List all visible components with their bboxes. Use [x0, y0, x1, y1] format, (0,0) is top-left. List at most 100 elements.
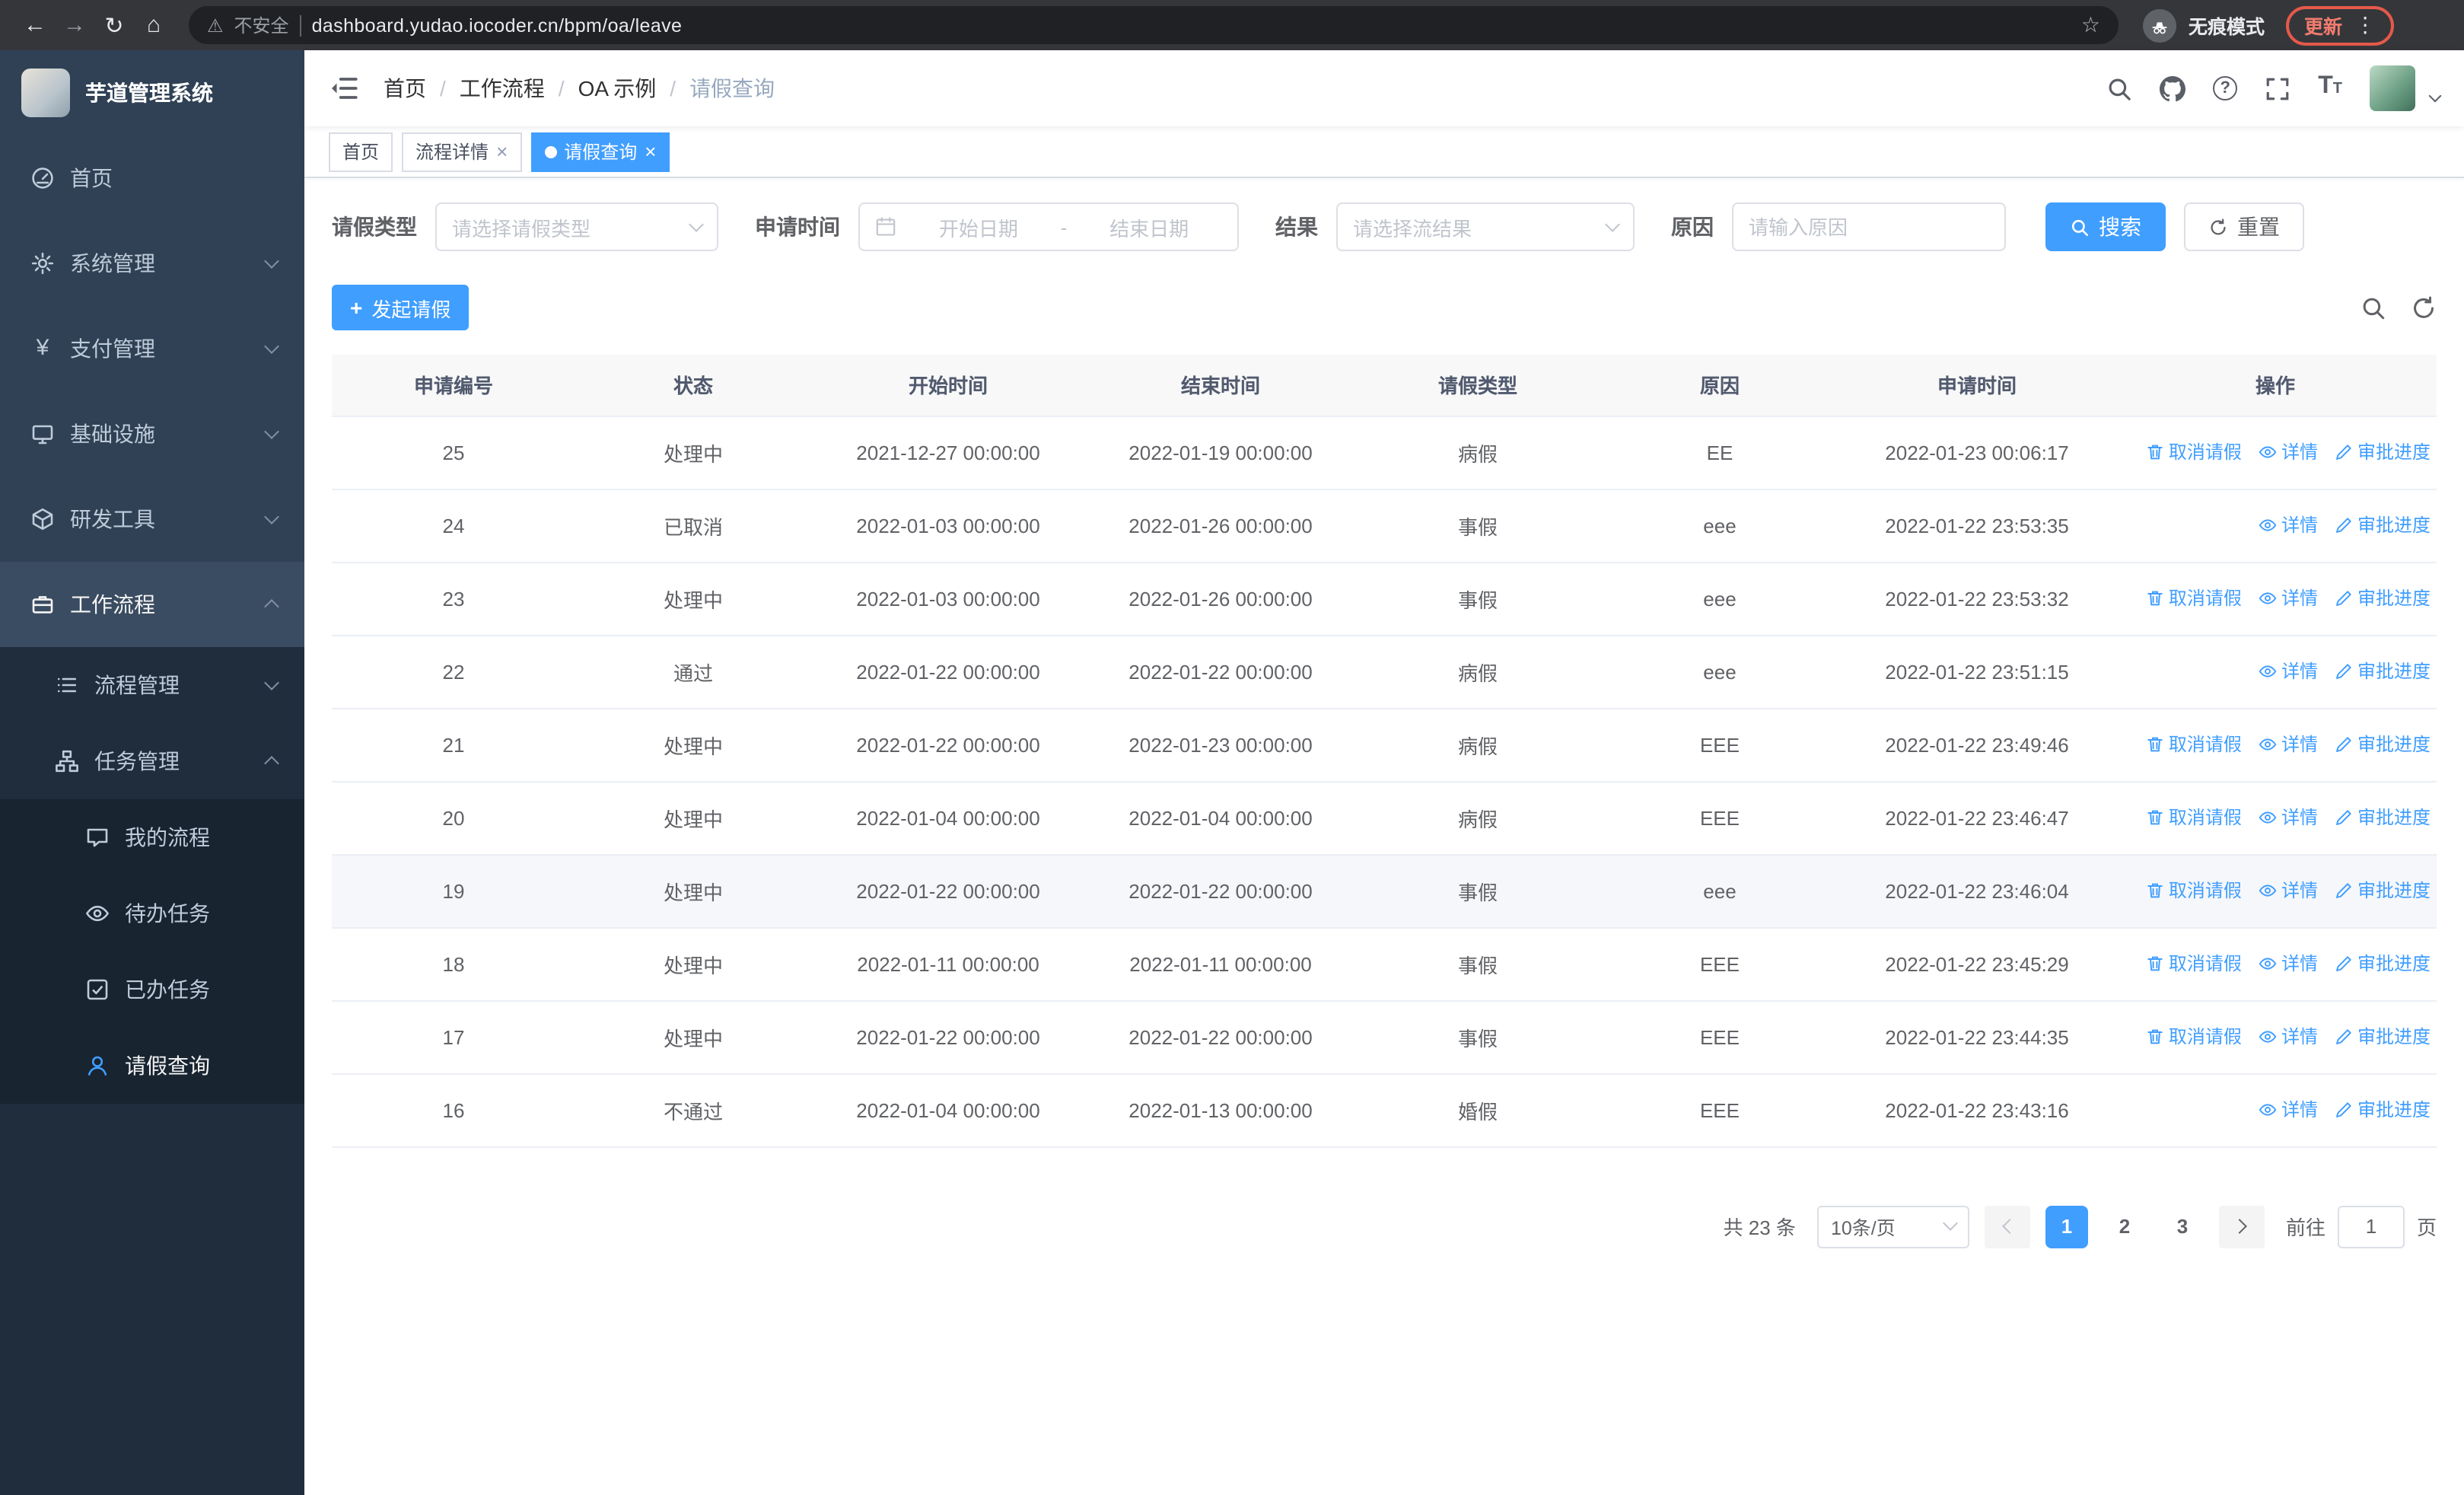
next-page-button[interactable] [2218, 1205, 2265, 1248]
page-size-select[interactable]: 10条/页 [1816, 1205, 1969, 1248]
close-icon[interactable]: × [496, 141, 508, 161]
url-bar[interactable]: ⚠ 不安全 dashboard.yudao.iocoder.cn/bpm/oa/… [189, 6, 2119, 44]
sidebar-item-infrastructure[interactable]: 基础设施 [0, 391, 304, 477]
reason-input[interactable] [1732, 202, 2006, 251]
cancel-leave-link[interactable]: 取消请假 [2146, 951, 2242, 977]
sidebar-item-leave-query[interactable]: 请假查询 [0, 1028, 304, 1104]
detail-link[interactable]: 详情 [2259, 732, 2318, 757]
page-number-1[interactable]: 1 [2045, 1205, 2088, 1248]
breadcrumb-home[interactable]: 首页 [384, 73, 426, 104]
result-select[interactable]: 请选择流结果 [1336, 202, 1635, 251]
approval-progress-link[interactable]: 审批进度 [2335, 439, 2431, 465]
help-icon[interactable]: ? [2213, 76, 2238, 100]
cell-leave-type: 事假 [1356, 927, 1600, 1001]
sidebar-item-task-management[interactable]: 任务管理 [0, 723, 304, 799]
prev-page-button[interactable] [1984, 1205, 2030, 1248]
detail-link[interactable]: 详情 [2259, 951, 2318, 977]
sidebar-item-process-management[interactable]: 流程管理 [0, 647, 304, 723]
detail-link[interactable]: 详情 [2259, 439, 2318, 465]
breadcrumb-oa-example[interactable]: OA 示例 [578, 73, 657, 104]
browser-update-button[interactable]: 更新 ⋮ [2286, 5, 2395, 45]
breadcrumb-workflow[interactable]: 工作流程 [460, 73, 545, 104]
browser-reload-button[interactable]: ↻ [94, 5, 134, 45]
browser-chrome: ← → ↻ ⌂ ⚠ 不安全 dashboard.yudao.iocoder.cn… [0, 0, 2464, 50]
col-end-time: 结束时间 [1085, 355, 1356, 416]
sidebar-item-devtools[interactable]: 研发工具 [0, 477, 304, 562]
detail-link[interactable]: 详情 [2259, 1097, 2318, 1123]
tab-leave-query[interactable]: 请假查询 × [530, 132, 670, 171]
sidebar-item-payment[interactable]: ¥ 支付管理 [0, 306, 304, 391]
detail-link[interactable]: 详情 [2259, 878, 2318, 904]
approval-progress-link[interactable]: 审批进度 [2335, 1024, 2431, 1050]
page-content: 请假类型 请选择请假类型 申请时间 开始日期 - 结束日期 结果 请选择流结果 … [304, 178, 2464, 1495]
reset-button[interactable]: 重置 [2184, 202, 2304, 251]
list-icon [55, 673, 79, 697]
approval-progress-link[interactable]: 审批进度 [2335, 951, 2431, 977]
github-icon[interactable] [2160, 75, 2186, 101]
security-warning-icon: ⚠ [207, 14, 224, 36]
browser-forward-button[interactable]: → [55, 5, 94, 45]
sidebar-item-todo-tasks[interactable]: 待办任务 [0, 875, 304, 952]
approval-progress-link[interactable]: 审批进度 [2335, 658, 2431, 684]
sidebar-toggle-icon[interactable] [329, 73, 359, 104]
search-button[interactable]: 搜索 [2045, 202, 2166, 251]
bookmark-star-icon[interactable]: ☆ [2081, 12, 2100, 38]
leave-type-select[interactable]: 请选择请假类型 [435, 202, 718, 251]
sidebar-item-workflow[interactable]: 工作流程 [0, 562, 304, 647]
navbar-right: ? TT [2106, 65, 2442, 111]
cell-actions: 取消请假 详情 审批进度 [2114, 854, 2437, 928]
avatar[interactable] [2370, 65, 2415, 111]
sidebar-item-done-tasks[interactable]: 已办任务 [0, 952, 304, 1028]
cell-start-time: 2022-01-03 00:00:00 [811, 562, 1085, 636]
approval-progress-link[interactable]: 审批进度 [2335, 512, 2431, 538]
apply-time-range-picker[interactable]: 开始日期 - 结束日期 [858, 202, 1239, 251]
cancel-leave-link[interactable]: 取消请假 [2146, 878, 2242, 904]
page-number-2[interactable]: 2 [2103, 1205, 2146, 1248]
trash-icon [2146, 808, 2164, 827]
browser-home-button[interactable]: ⌂ [134, 5, 173, 45]
tab-home[interactable]: 首页 [329, 132, 393, 171]
detail-link[interactable]: 详情 [2259, 512, 2318, 538]
detail-link[interactable]: 详情 [2259, 1024, 2318, 1050]
cell-start-time: 2022-01-22 00:00:00 [811, 854, 1085, 928]
approval-progress-link[interactable]: 审批进度 [2335, 732, 2431, 757]
sidebar-item-my-process[interactable]: 我的流程 [0, 799, 304, 875]
main-area: 首页 / 工作流程 / OA 示例 / 请假查询 ? TT 首页 流程详情 × … [304, 50, 2464, 1495]
goto-page-input[interactable] [2337, 1205, 2405, 1248]
cell-status: 处理中 [575, 927, 811, 1001]
toggle-search-icon[interactable] [2361, 295, 2386, 320]
page-unit-label: 页 [2416, 1216, 2437, 1239]
approval-progress-link[interactable]: 审批进度 [2335, 1097, 2431, 1123]
cancel-leave-link[interactable]: 取消请假 [2146, 1024, 2242, 1050]
avatar-caret-icon[interactable] [2428, 89, 2442, 103]
cell-leave-type: 病假 [1356, 708, 1600, 782]
cancel-leave-link[interactable]: 取消请假 [2146, 585, 2242, 611]
cancel-leave-link[interactable]: 取消请假 [2146, 439, 2242, 465]
search-icon[interactable] [2106, 75, 2132, 101]
sidebar-item-home[interactable]: 首页 [0, 135, 304, 221]
cell-actions: 取消请假 详情 审批进度 [2114, 927, 2437, 1001]
cancel-leave-link[interactable]: 取消请假 [2146, 805, 2242, 830]
approval-progress-link[interactable]: 审批进度 [2335, 805, 2431, 830]
table-tools [2361, 295, 2437, 320]
fullscreen-icon[interactable] [2265, 75, 2291, 101]
close-icon[interactable]: × [645, 141, 656, 161]
approval-progress-link[interactable]: 审批进度 [2335, 878, 2431, 904]
refresh-icon[interactable] [2411, 295, 2437, 320]
tab-process-detail[interactable]: 流程详情 × [402, 132, 522, 171]
sidebar-item-system[interactable]: 系统管理 [0, 221, 304, 306]
detail-link[interactable]: 详情 [2259, 805, 2318, 830]
url-separator [299, 14, 301, 36]
cell-status: 处理中 [575, 854, 811, 928]
cell-reason: EE [1600, 416, 1840, 489]
detail-link[interactable]: 详情 [2259, 585, 2318, 611]
page-number-3[interactable]: 3 [2161, 1205, 2204, 1248]
detail-link[interactable]: 详情 [2259, 658, 2318, 684]
browser-menu-icon[interactable]: ⋮ [2354, 12, 2376, 38]
cancel-leave-link[interactable]: 取消请假 [2146, 732, 2242, 757]
approval-progress-link[interactable]: 审批进度 [2335, 585, 2431, 611]
create-leave-button[interactable]: + 发起请假 [332, 285, 470, 330]
browser-back-button[interactable]: ← [15, 5, 55, 45]
font-size-icon[interactable]: TT [2318, 74, 2342, 102]
cell-apply-time: 2022-01-22 23:46:04 [1840, 854, 2114, 928]
